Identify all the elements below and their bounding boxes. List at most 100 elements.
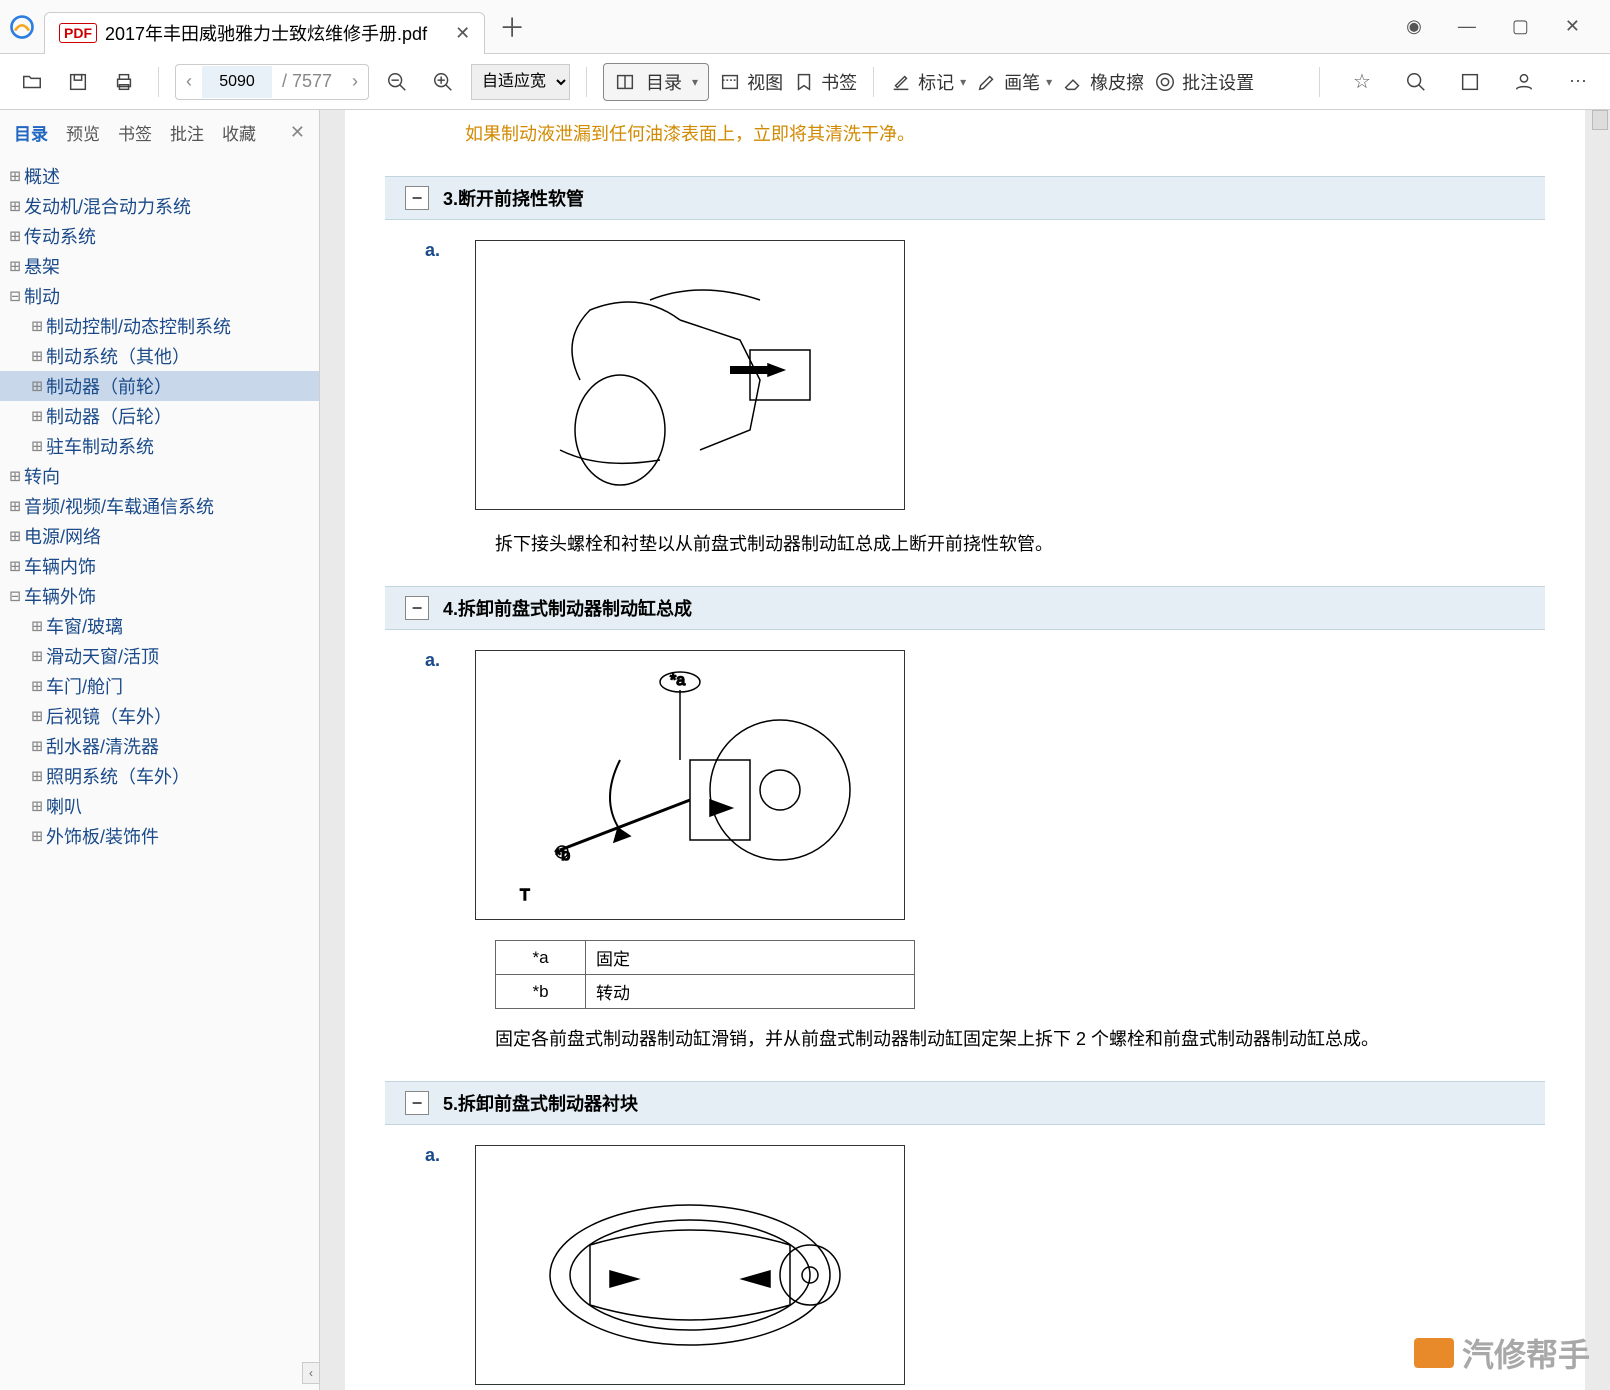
eraser-button[interactable]: 橡皮擦	[1062, 69, 1144, 95]
collapse-icon[interactable]: −	[405, 596, 429, 620]
svg-text:T: T	[520, 887, 530, 904]
step-3-header[interactable]: − 3.断开前挠性软管	[385, 176, 1545, 220]
scroll-indicator[interactable]	[1592, 110, 1608, 130]
save-button[interactable]	[60, 64, 96, 100]
toc-node[interactable]: ⊞制动器（前轮）	[0, 371, 319, 401]
tree-toggle-icon[interactable]: ⊞	[28, 346, 46, 367]
mark-button[interactable]: 标记▾	[890, 69, 966, 95]
step-4-title: 4.拆卸前盘式制动器制动缸总成	[443, 595, 692, 621]
panel-button[interactable]	[1452, 64, 1488, 100]
step-5-sub: a.	[425, 1145, 455, 1385]
tree-toggle-icon[interactable]: ⊞	[6, 196, 24, 217]
tree-toggle-icon[interactable]: ⊞	[28, 826, 46, 847]
tree-toggle-icon[interactable]: ⊞	[6, 226, 24, 247]
tree-toggle-icon[interactable]: ⊞	[28, 436, 46, 457]
record-icon[interactable]: ◉	[1406, 16, 1422, 37]
toc-node[interactable]: ⊞车辆内饰	[0, 551, 319, 581]
step-4-caption: 固定各前盘式制动器制动缸滑销，并从前盘式制动器制动缸固定架上拆下 2 个螺栓和前…	[385, 1025, 1545, 1061]
side-tab-toc[interactable]: 目录	[14, 120, 48, 145]
tab-close-button[interactable]: ✕	[455, 23, 470, 44]
side-panel: 目录 预览 书签 批注 收藏 ✕ ⊞概述⊞发动机/混合动力系统⊞传动系统⊞悬架⊟…	[0, 110, 320, 1390]
side-tab-annot[interactable]: 批注	[170, 120, 204, 145]
step-5-header[interactable]: − 5.拆卸前盘式制动器衬块	[385, 1081, 1545, 1125]
toc-node[interactable]: ⊞照明系统（车外）	[0, 761, 319, 791]
toc-node[interactable]: ⊞制动控制/动态控制系统	[0, 311, 319, 341]
close-button[interactable]: ✕	[1565, 16, 1580, 37]
new-tab-button[interactable]: ＋	[499, 8, 525, 45]
toc-node[interactable]: ⊟制动	[0, 281, 319, 311]
document-viewport[interactable]: 如果制动液泄漏到任何油漆表面上，立即将其清洗干净。 − 3.断开前挠性软管 a.…	[320, 110, 1610, 1390]
collapse-handle[interactable]: ‹	[302, 1362, 320, 1384]
tree-toggle-icon[interactable]: ⊞	[28, 316, 46, 337]
toc-node[interactable]: ⊞发动机/混合动力系统	[0, 191, 319, 221]
side-tab-fav[interactable]: 收藏	[222, 120, 256, 145]
tree-toggle-icon[interactable]: ⊞	[28, 736, 46, 757]
step-4-header[interactable]: − 4.拆卸前盘式制动器制动缸总成	[385, 586, 1545, 630]
tree-toggle-icon[interactable]: ⊞	[28, 616, 46, 637]
toc-node[interactable]: ⊞音频/视频/车载通信系统	[0, 491, 319, 521]
toc-node[interactable]: ⊞刮水器/清洗器	[0, 731, 319, 761]
toc-node[interactable]: ⊞车门/舱门	[0, 671, 319, 701]
tree-toggle-icon[interactable]: ⊞	[6, 256, 24, 277]
pen-button[interactable]: 画笔▾	[976, 69, 1052, 95]
favorite-button[interactable]: ☆	[1344, 64, 1380, 100]
toc-label: 转向	[24, 463, 60, 489]
side-close-button[interactable]: ✕	[290, 122, 305, 143]
more-button[interactable]: ⋯	[1560, 64, 1596, 100]
step-5-title: 5.拆卸前盘式制动器衬块	[443, 1090, 638, 1116]
table-row: *b转动	[496, 975, 915, 1009]
toc-node[interactable]: ⊞滑动天窗/活顶	[0, 641, 319, 671]
tree-toggle-icon[interactable]: ⊟	[6, 586, 24, 607]
tree-toggle-icon[interactable]: ⊞	[6, 496, 24, 517]
tree-toggle-icon[interactable]: ⊞	[28, 646, 46, 667]
print-button[interactable]	[106, 64, 142, 100]
bookmark-button[interactable]: 书签	[793, 69, 857, 95]
tree-toggle-icon[interactable]: ⊞	[28, 376, 46, 397]
maximize-button[interactable]: ▢	[1512, 16, 1529, 37]
zoom-in-button[interactable]	[425, 64, 461, 100]
toc-node[interactable]: ⊞喇叭	[0, 791, 319, 821]
toc-node[interactable]: ⊟车辆外饰	[0, 581, 319, 611]
tree-toggle-icon[interactable]: ⊞	[28, 406, 46, 427]
toc-node[interactable]: ⊞车窗/玻璃	[0, 611, 319, 641]
annotation-settings-button[interactable]: 批注设置	[1154, 69, 1254, 95]
toc-node[interactable]: ⊞电源/网络	[0, 521, 319, 551]
tree-toggle-icon[interactable]: ⊞	[28, 796, 46, 817]
side-tab-preview[interactable]: 预览	[66, 120, 100, 145]
minimize-button[interactable]: ―	[1458, 16, 1476, 37]
tree-toggle-icon[interactable]: ⊞	[28, 676, 46, 697]
toc-label: 刮水器/清洗器	[46, 733, 159, 759]
toc-node[interactable]: ⊞概述	[0, 161, 319, 191]
view-button[interactable]: 视图	[719, 69, 783, 95]
document-tab[interactable]: PDF 2017年丰田威驰雅力士致炫维修手册.pdf ✕	[44, 12, 485, 54]
search-button[interactable]	[1398, 64, 1434, 100]
tree-toggle-icon[interactable]: ⊞	[6, 556, 24, 577]
toc-node[interactable]: ⊞驻车制动系统	[0, 431, 319, 461]
toc-node[interactable]: ⊞后视镜（车外）	[0, 701, 319, 731]
tree-toggle-icon[interactable]: ⊞	[6, 466, 24, 487]
zoom-out-button[interactable]	[379, 64, 415, 100]
pdf-icon: PDF	[59, 23, 97, 43]
open-file-button[interactable]	[14, 64, 50, 100]
collapse-icon[interactable]: −	[405, 1091, 429, 1115]
zoom-select[interactable]: 自适应宽	[471, 64, 570, 100]
prev-page-button[interactable]: ‹	[176, 71, 202, 92]
toc-node[interactable]: ⊞外饰板/装饰件	[0, 821, 319, 851]
toc-node[interactable]: ⊞转向	[0, 461, 319, 491]
tree-toggle-icon[interactable]: ⊞	[28, 706, 46, 727]
page-input[interactable]	[202, 66, 272, 98]
tree-toggle-icon[interactable]: ⊞	[6, 526, 24, 547]
watermark-icon	[1414, 1338, 1454, 1368]
tree-toggle-icon[interactable]: ⊞	[6, 166, 24, 187]
account-button[interactable]	[1506, 64, 1542, 100]
toc-node[interactable]: ⊞制动器（后轮）	[0, 401, 319, 431]
tree-toggle-icon[interactable]: ⊟	[6, 286, 24, 307]
toc-node[interactable]: ⊞制动系统（其他）	[0, 341, 319, 371]
toc-dropdown[interactable]: 目录 ▾	[603, 63, 709, 101]
collapse-icon[interactable]: −	[405, 186, 429, 210]
side-tab-bookmark[interactable]: 书签	[118, 120, 152, 145]
toc-node[interactable]: ⊞传动系统	[0, 221, 319, 251]
next-page-button[interactable]: ›	[342, 71, 368, 92]
tree-toggle-icon[interactable]: ⊞	[28, 766, 46, 787]
toc-node[interactable]: ⊞悬架	[0, 251, 319, 281]
